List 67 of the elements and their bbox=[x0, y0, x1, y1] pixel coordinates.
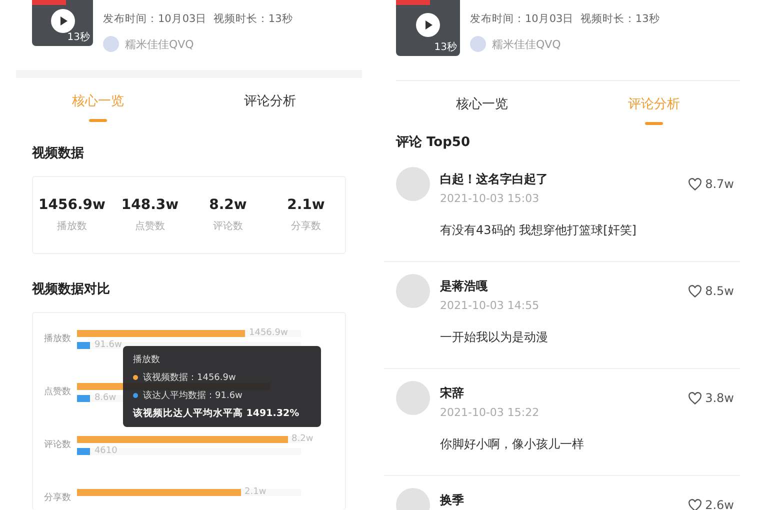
bar-value: 1456.9w bbox=[249, 328, 288, 339]
bar-value: 8.6w bbox=[94, 393, 116, 404]
stat-value: 8.2w bbox=[209, 197, 247, 213]
author-name: 糯米佳佳QVQ bbox=[125, 36, 194, 52]
bar-label: 播放数 bbox=[43, 332, 71, 346]
bar-label: 分享数 bbox=[43, 492, 71, 504]
stat-label: 播放数 bbox=[57, 220, 87, 233]
tooltip-title: 播放数 bbox=[133, 354, 161, 366]
tab[interactable]: 评论分析 bbox=[184, 78, 356, 124]
heart-icon[interactable] bbox=[688, 284, 702, 298]
author-avatar bbox=[103, 36, 119, 52]
tab-underline bbox=[89, 119, 107, 122]
tab[interactable]: 核心一览 bbox=[396, 81, 568, 127]
like-count: 3.8w bbox=[705, 391, 734, 405]
tooltip-item: 该视频数据：1456.9w bbox=[143, 372, 236, 384]
author-name: 糯米佳佳QVQ bbox=[492, 36, 561, 52]
comment-text: 一开始我以为是动漫 bbox=[440, 329, 549, 346]
section-title: 视频数据对比 bbox=[32, 281, 111, 298]
average-bar[interactable] bbox=[77, 342, 90, 349]
tooltip-summary: 该视频比达人平均水平高 1491.32% bbox=[133, 407, 300, 420]
bar-label: 评论数 bbox=[43, 438, 71, 452]
bar-value: 91.6w bbox=[94, 340, 122, 351]
comment-time: 2021-10-03 15:03 bbox=[440, 192, 540, 205]
average-bar[interactable] bbox=[77, 448, 90, 455]
heart-icon[interactable] bbox=[688, 498, 702, 510]
stat-value: 2.1w bbox=[287, 197, 325, 213]
user-avatar bbox=[396, 274, 430, 308]
bar-value: 2.1w bbox=[244, 487, 266, 498]
heart-icon[interactable] bbox=[688, 392, 702, 404]
comment-text: 有没有43码的 我想穿他打篮球[奸笑] bbox=[440, 222, 638, 239]
comment-author: 白起！这名字白起了 bbox=[440, 170, 548, 188]
play-icon bbox=[50, 8, 74, 33]
comment-time: 2021-10-03 15:22 bbox=[440, 406, 540, 419]
stat-value: 148.3w bbox=[121, 197, 179, 213]
like-count: 2.6w bbox=[705, 498, 734, 510]
comment-author: 宋辞 bbox=[440, 384, 464, 402]
publish-info: 发布时间：10月03日 视频时长：13秒 bbox=[103, 12, 293, 26]
tooltip-item: 该达人平均数据：91.6w bbox=[143, 390, 242, 402]
comment-author: 换季 bbox=[440, 492, 464, 508]
like-count: 8.5w bbox=[705, 284, 734, 298]
comment-time: 2021-10-03 14:55 bbox=[440, 299, 540, 312]
publish-info: 发布时间：10月03日 视频时长：13秒 bbox=[470, 12, 660, 26]
stat-label: 评论数 bbox=[213, 220, 243, 233]
average-bar[interactable] bbox=[77, 395, 90, 402]
thumbnail-tag bbox=[32, 0, 66, 5]
user-avatar bbox=[396, 167, 430, 201]
bar-label: 点赞数 bbox=[43, 386, 71, 399]
user-avatar bbox=[396, 381, 430, 415]
duration-label: 13秒 bbox=[67, 30, 90, 44]
tab-underline bbox=[645, 122, 663, 125]
video-thumbnail[interactable]: 13秒 bbox=[396, 0, 460, 56]
stat-label: 点赞数 bbox=[135, 220, 165, 233]
video-thumbnail[interactable]: 13秒 bbox=[32, 0, 93, 46]
thumbnail-tag bbox=[396, 0, 430, 5]
bar-value: 4610 bbox=[94, 446, 118, 457]
author-avatar bbox=[470, 36, 486, 52]
stat-label: 分享数 bbox=[291, 220, 321, 233]
section-title: 评论 Top50 bbox=[396, 134, 471, 151]
bar-value: 8.2w bbox=[292, 434, 314, 445]
heart-icon[interactable] bbox=[688, 178, 702, 190]
comment-text: 你脚好小啊，像小孩儿一样 bbox=[440, 436, 585, 453]
comment-author: 是蒋浩嘎 bbox=[440, 278, 488, 294]
play-icon bbox=[416, 13, 440, 38]
section-title: 视频数据 bbox=[32, 145, 85, 162]
stat-value: 1456.9w bbox=[38, 197, 106, 213]
duration-label: 13秒 bbox=[434, 40, 457, 54]
like-count: 8.7w bbox=[705, 177, 734, 191]
